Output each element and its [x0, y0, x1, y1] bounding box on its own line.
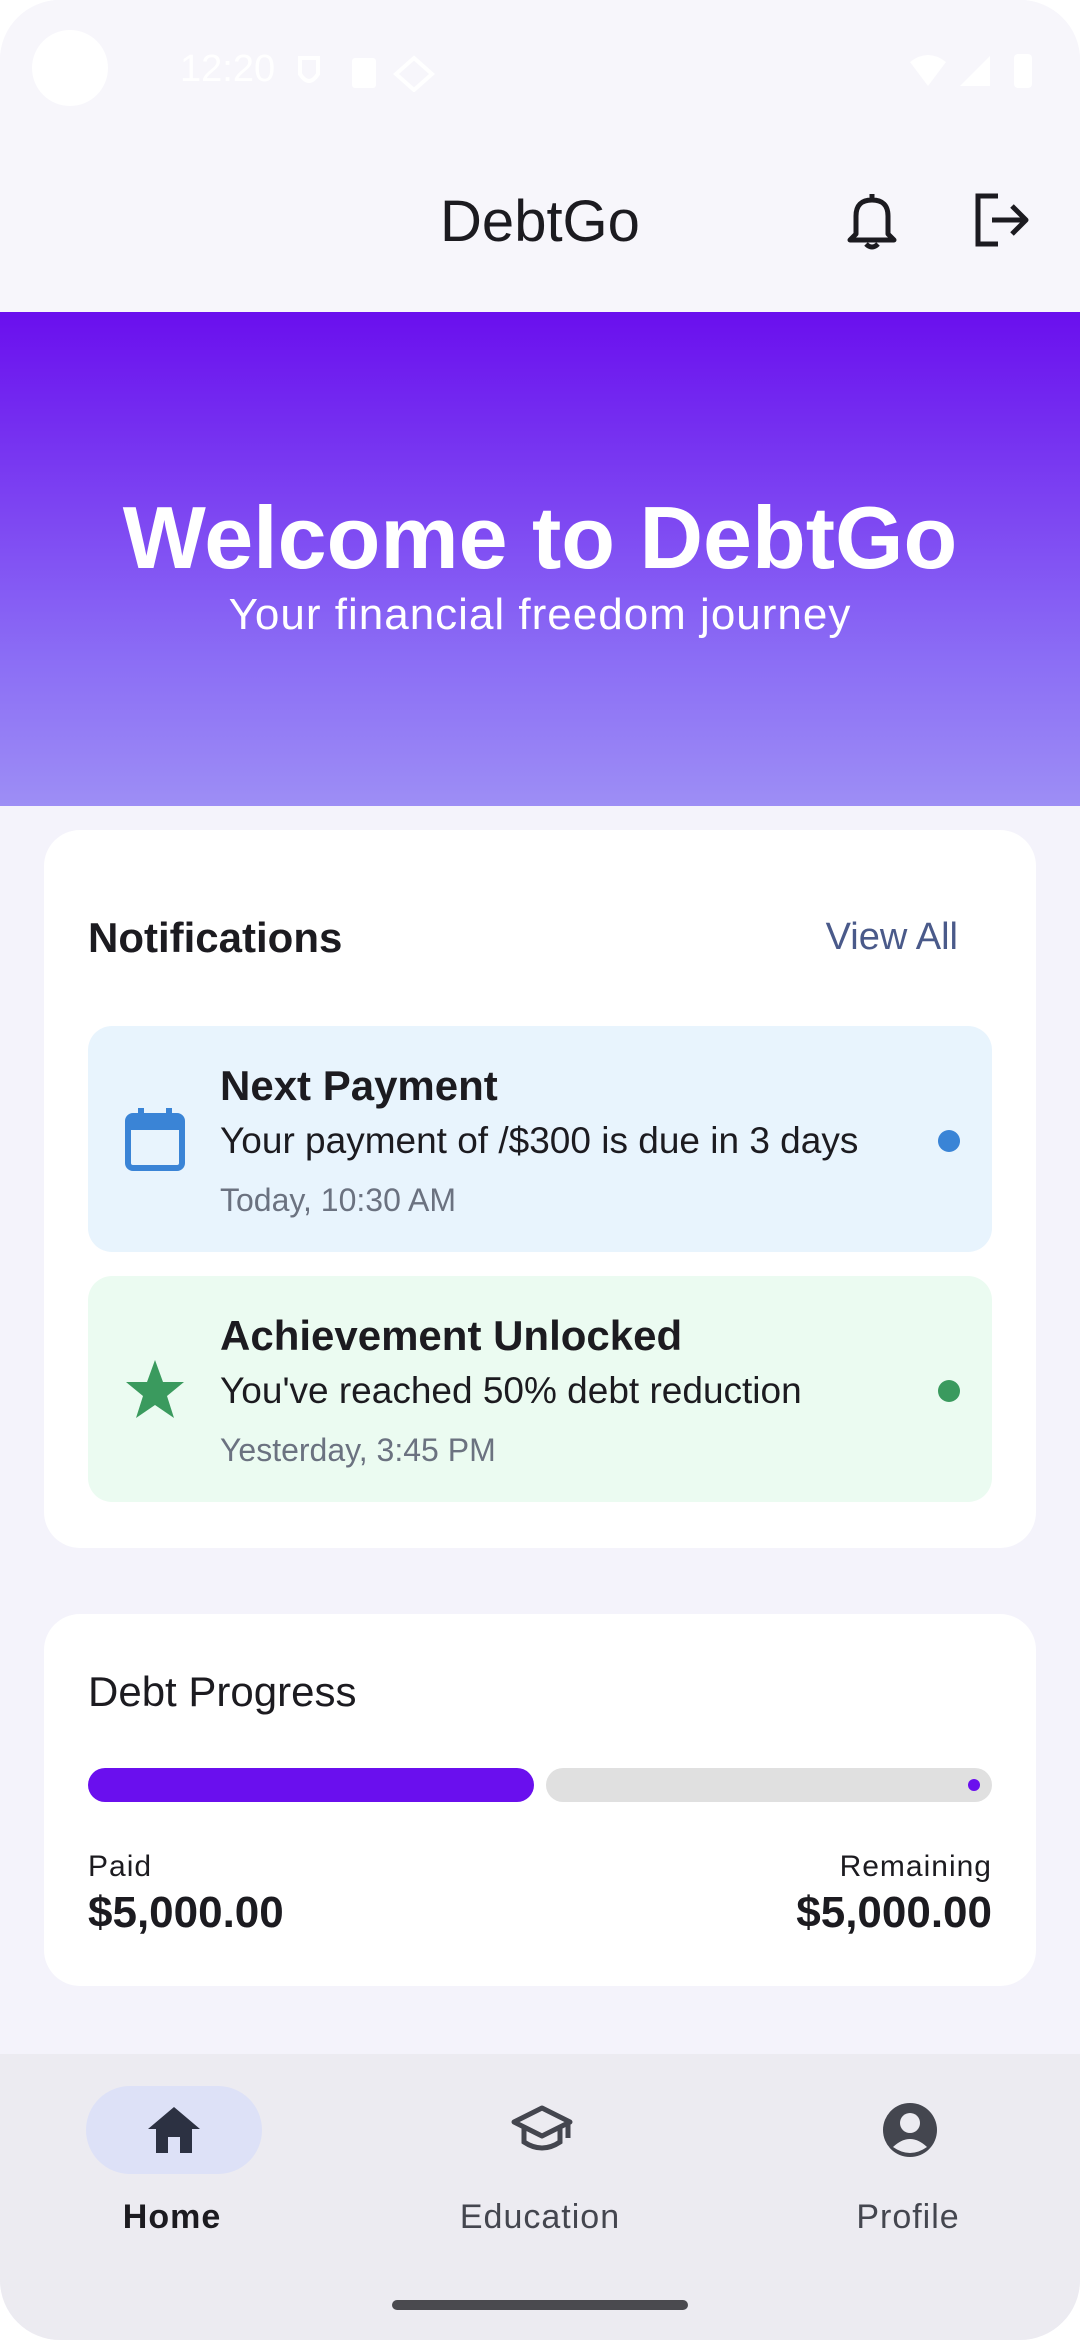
progress-end-marker [968, 1779, 980, 1791]
camera-cutout [32, 30, 108, 106]
notifications-button[interactable] [832, 180, 912, 260]
remaining-label: Remaining [839, 1850, 992, 1883]
progress-paid-segment [88, 1768, 534, 1802]
paid-amount: $5,000.00 [88, 1888, 284, 1937]
debt-progress-card: Debt Progress Paid $5,000.00 Remaining $… [44, 1614, 1036, 1986]
status-notification-icons [298, 55, 436, 92]
graduation-cap-icon [511, 2105, 573, 2151]
welcome-banner: Welcome to DebtGo Your financial freedom… [0, 312, 1080, 806]
debt-progress-heading: Debt Progress [88, 1668, 357, 1715]
debt-progress-bar [88, 1768, 992, 1802]
notifications-card: Notifications View All Next Payment Your… [44, 830, 1036, 1548]
notification-title: Achievement Unlocked [220, 1312, 683, 1359]
nav-label-education: Education [459, 2198, 621, 2236]
paid-label: Paid [88, 1850, 153, 1883]
nav-label-profile: Profile [856, 2198, 960, 2236]
nav-item-education[interactable]: Education [440, 2086, 640, 2246]
star-icon [126, 1360, 184, 1418]
app-title: DebtGo [440, 189, 640, 254]
nav-icon-container [454, 2086, 630, 2174]
notification-time: Yesterday, 3:45 PM [220, 1432, 496, 1468]
nav-icon-container [822, 2086, 998, 2174]
home-gesture-bar[interactable] [392, 2300, 688, 2310]
nav-item-home[interactable]: Home [72, 2086, 272, 2246]
notification-message: You've reached 50% debt reduction [220, 1370, 802, 1411]
status-time: 12:20 [180, 48, 276, 90]
logout-button[interactable] [962, 180, 1042, 260]
notification-item-achievement[interactable]: Achievement Unlocked You've reached 50% … [88, 1276, 992, 1502]
calendar-icon [125, 1108, 185, 1171]
view-all-button[interactable]: View All [826, 916, 958, 959]
progress-remaining-segment [546, 1768, 992, 1802]
welcome-subtitle: Your financial freedom journey [228, 590, 852, 639]
status-bar: 12:20 [0, 0, 1080, 140]
notifications-heading: Notifications [88, 914, 343, 961]
bell-icon [847, 194, 897, 250]
notification-title: Next Payment [220, 1062, 498, 1109]
nav-item-profile[interactable]: Profile [808, 2086, 1008, 2246]
unread-dot [938, 1380, 960, 1402]
home-icon [148, 2107, 200, 2153]
nav-label-home: Home [122, 2198, 222, 2236]
notification-item-next-payment[interactable]: Next Payment Your payment of /$300 is du… [88, 1026, 992, 1252]
unread-dot [938, 1130, 960, 1152]
bottom-navigation: Home Education Profile [0, 2054, 1080, 2340]
status-system-icons [910, 54, 1032, 88]
welcome-title: Welcome to DebtGo [122, 488, 958, 587]
notification-message: Your payment of /$300 is due in 3 days [220, 1120, 859, 1161]
notification-time: Today, 10:30 AM [220, 1182, 456, 1218]
logout-icon [975, 193, 1029, 247]
account-circle-icon [883, 2103, 937, 2157]
nav-active-indicator [86, 2086, 262, 2174]
app-screen: 12:20 DebtGo Welcome to DebtGo Your fina… [0, 0, 1080, 2340]
app-bar: DebtGo [0, 140, 1080, 312]
remaining-amount: $5,000.00 [796, 1888, 992, 1937]
